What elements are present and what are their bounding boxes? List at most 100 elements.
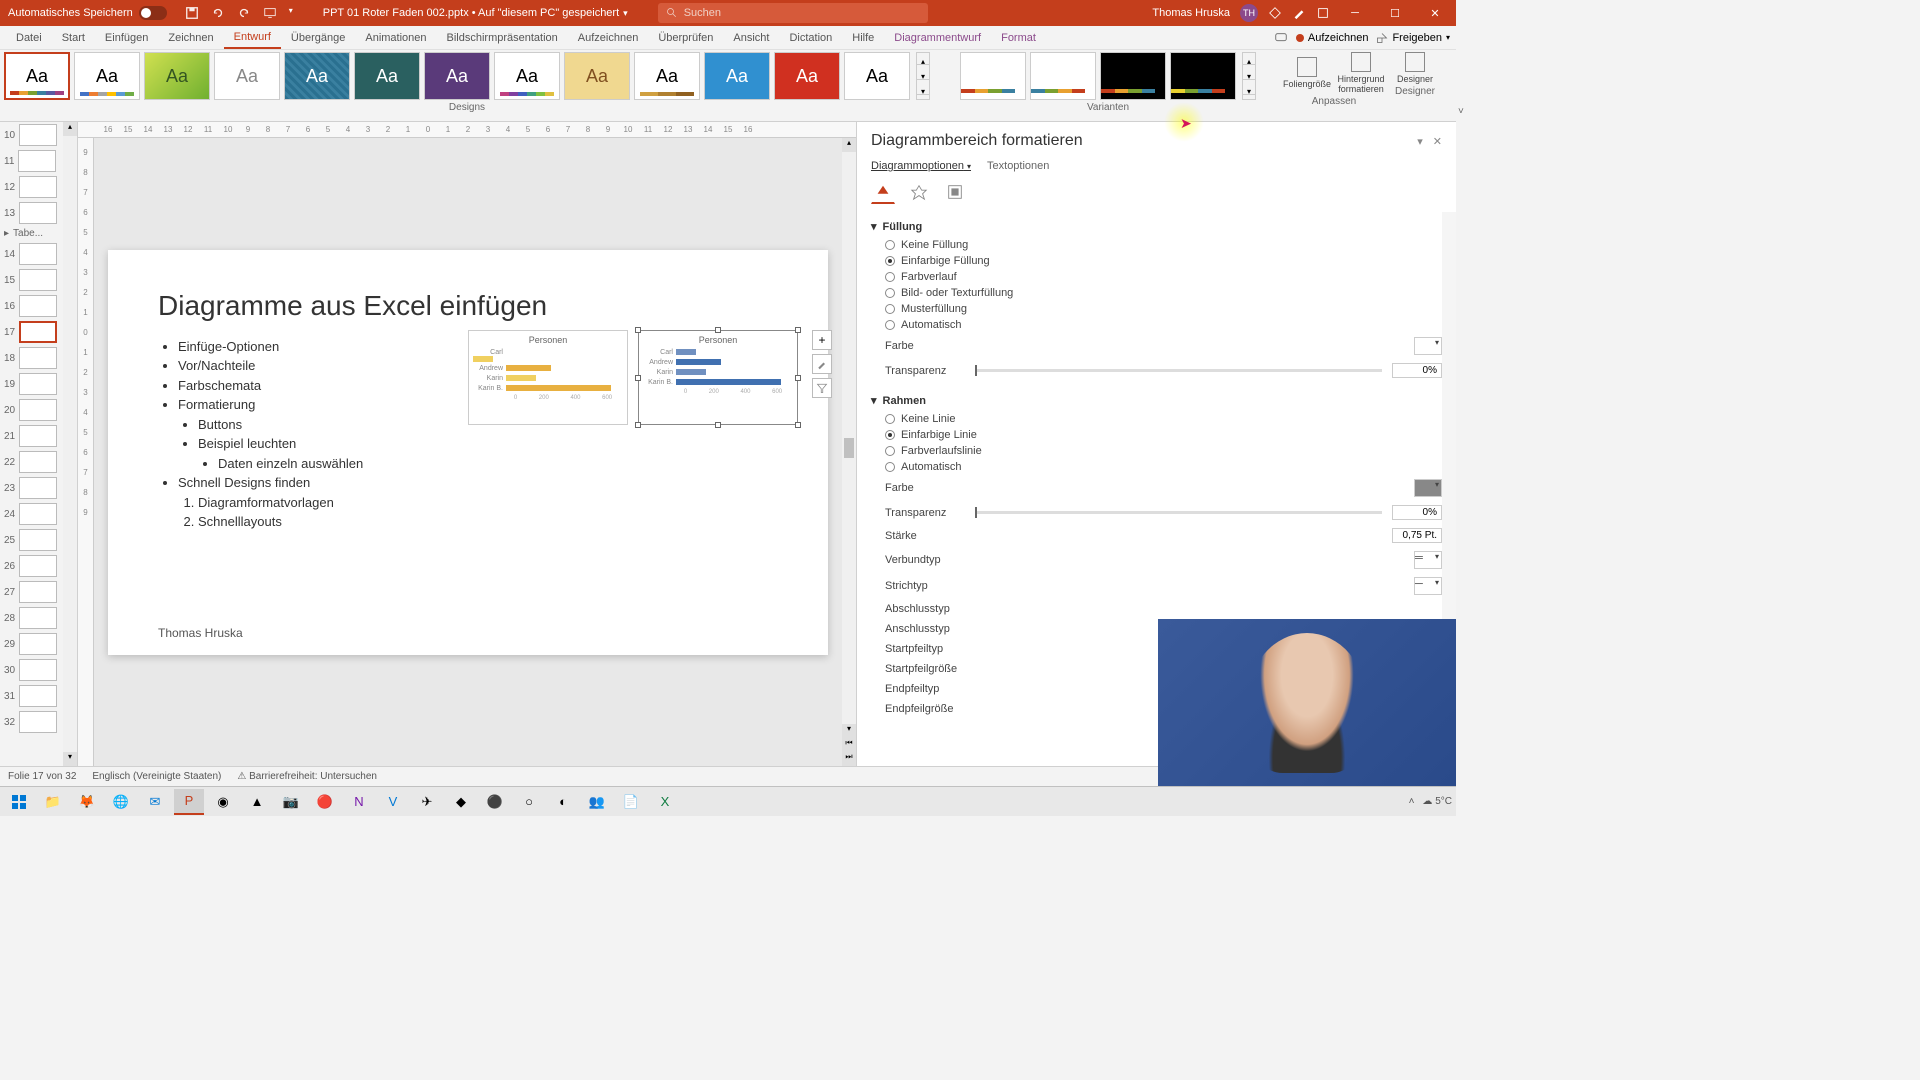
present-icon[interactable] (263, 6, 277, 20)
line-solid-radio[interactable]: Einfarbige Linie (885, 427, 1442, 443)
fill-picture-radio[interactable]: Bild- oder Texturfüllung (885, 285, 1442, 301)
sel-handle[interactable] (795, 375, 801, 381)
fill-color-button[interactable] (1414, 337, 1442, 355)
theme-5[interactable]: Aa (284, 52, 350, 100)
app8-icon[interactable]: 📄 (616, 789, 646, 815)
accessibility-check[interactable]: ⚠ Barrierefreiheit: Untersuchen (237, 771, 377, 782)
effects-icon[interactable] (907, 180, 931, 204)
theme-3[interactable]: Aa (144, 52, 210, 100)
search-box[interactable]: Suchen (658, 3, 928, 23)
next-slide[interactable]: ⏭ (842, 752, 856, 766)
explorer-icon[interactable]: 📁 (38, 789, 68, 815)
sel-handle[interactable] (715, 327, 721, 333)
aufzeichnen-button[interactable]: Aufzeichnen (1296, 32, 1369, 44)
app2-icon[interactable]: 📷 (276, 789, 306, 815)
variant-4[interactable] (1170, 52, 1236, 100)
tab-diagrammentwurf[interactable]: Diagrammentwurf (884, 28, 991, 48)
weather-widget[interactable]: ☁ 5°C (1422, 796, 1452, 807)
line-color-button[interactable] (1414, 479, 1442, 497)
tab-ansicht[interactable]: Ansicht (723, 28, 779, 48)
chart-elements-button[interactable]: + (812, 330, 832, 350)
designs-more[interactable]: ▴▾▾ (916, 52, 930, 100)
tab-entwurf[interactable]: Entwurf (224, 27, 281, 49)
fill-pattern-radio[interactable]: Musterfüllung (885, 301, 1442, 317)
freigeben-button[interactable]: Freigeben▾ (1376, 32, 1450, 44)
onenote-icon[interactable]: N (344, 789, 374, 815)
title-dropdown-icon[interactable]: ▾ (623, 8, 628, 19)
outlook-icon[interactable]: ✉ (140, 789, 170, 815)
tab-datei[interactable]: Datei (6, 28, 52, 48)
autosave-toggle[interactable]: Automatisches Speichern (0, 6, 175, 20)
minimize-button[interactable]: ─ (1340, 0, 1370, 26)
theme-11[interactable]: Aa (704, 52, 770, 100)
user-avatar[interactable]: TH (1240, 4, 1258, 22)
vlc-icon[interactable]: ▲ (242, 789, 272, 815)
theme-13[interactable]: Aa (844, 52, 910, 100)
tab-hilfe[interactable]: Hilfe (842, 28, 884, 48)
tab-ueberpruefen[interactable]: Überprüfen (648, 28, 723, 48)
chrome-icon[interactable]: 🌐 (106, 789, 136, 815)
tray-chevron-icon[interactable]: ˄ (1409, 796, 1415, 807)
size-props-icon[interactable] (943, 180, 967, 204)
tab-aufzeichnen[interactable]: Aufzeichnen (568, 28, 649, 48)
rahmen-header[interactable]: ▾Rahmen (871, 390, 1442, 411)
tab-dictation[interactable]: Dictation (779, 28, 842, 48)
tab-bildschirm[interactable]: Bildschirmpräsentation (437, 28, 568, 48)
foliengroesse-button[interactable]: Foliengröße (1280, 52, 1334, 94)
app3-icon[interactable]: 🔴 (310, 789, 340, 815)
line-transparency-input[interactable] (1392, 505, 1442, 520)
app5-icon[interactable]: ○ (514, 789, 544, 815)
theme-1[interactable]: Aa (4, 52, 70, 100)
window-icon[interactable] (1316, 6, 1330, 20)
pane-close-button[interactable]: ✕ (1433, 135, 1442, 148)
slide-counter[interactable]: Folie 17 von 32 (8, 771, 76, 782)
line-none-radio[interactable]: Keine Linie (885, 411, 1442, 427)
fill-transparency-slider[interactable] (975, 369, 1382, 372)
fill-transparency-input[interactable] (1392, 363, 1442, 378)
fill-gradient-radio[interactable]: Farbverlauf (885, 269, 1442, 285)
editor-scrollbar[interactable]: ▴ ▾ ⏮ ⏭ (842, 138, 856, 766)
tab-diagrammoptionen[interactable]: Diagrammoptionen ▾ (871, 160, 971, 172)
theme-12[interactable]: Aa (774, 52, 840, 100)
diamond-icon[interactable] (1268, 6, 1282, 20)
variant-2[interactable] (1030, 52, 1096, 100)
fill-solid-radio[interactable]: Einfarbige Füllung (885, 253, 1442, 269)
variants-more[interactable]: ▴▾▾ (1242, 52, 1256, 100)
excel-icon[interactable]: X (650, 789, 680, 815)
sel-handle[interactable] (715, 422, 721, 428)
sel-handle[interactable] (635, 327, 641, 333)
strichtyp-button[interactable]: ─ (1414, 577, 1442, 595)
start-button[interactable] (4, 789, 34, 815)
undo-icon[interactable] (211, 6, 225, 20)
tab-uebergaenge[interactable]: Übergänge (281, 28, 355, 48)
comments-icon[interactable] (1274, 31, 1288, 45)
fill-none-radio[interactable]: Keine Füllung (885, 237, 1442, 253)
scroll-up[interactable]: ▴ (842, 138, 856, 152)
redo-icon[interactable] (237, 6, 251, 20)
staerke-input[interactable] (1392, 528, 1442, 543)
theme-6[interactable]: Aa (354, 52, 420, 100)
app7-icon[interactable]: 👥 (582, 789, 612, 815)
line-transparency-slider[interactable] (975, 511, 1382, 514)
tab-animationen[interactable]: Animationen (355, 28, 436, 48)
firefox-icon[interactable]: 🦊 (72, 789, 102, 815)
thumb-scroll-down[interactable]: ▾ (63, 752, 77, 766)
theme-9[interactable]: Aa (564, 52, 630, 100)
obs-icon[interactable]: ⚫ (480, 789, 510, 815)
prev-slide[interactable]: ⏮ (842, 738, 856, 752)
hintergrund-button[interactable]: Hintergrund formatieren (1334, 52, 1388, 94)
theme-2[interactable]: Aa (74, 52, 140, 100)
app4-icon[interactable]: ◆ (446, 789, 476, 815)
sel-handle[interactable] (635, 375, 641, 381)
slide-canvas[interactable]: Diagramme aus Excel einfügen Einfüge-Opt… (94, 138, 842, 766)
tab-einfuegen[interactable]: Einfügen (95, 28, 158, 48)
fill-auto-radio[interactable]: Automatisch (885, 317, 1442, 333)
theme-7[interactable]: Aa (424, 52, 490, 100)
vscode-icon[interactable]: V (378, 789, 408, 815)
tab-start[interactable]: Start (52, 28, 95, 48)
sel-handle[interactable] (795, 422, 801, 428)
qat-more-icon[interactable]: ▾ (289, 6, 293, 20)
theme-4[interactable]: Aa (214, 52, 280, 100)
tab-format[interactable]: Format (991, 28, 1046, 48)
chart-1[interactable]: Personen Carl Andrew Karin Karin B. 0200… (468, 330, 628, 425)
